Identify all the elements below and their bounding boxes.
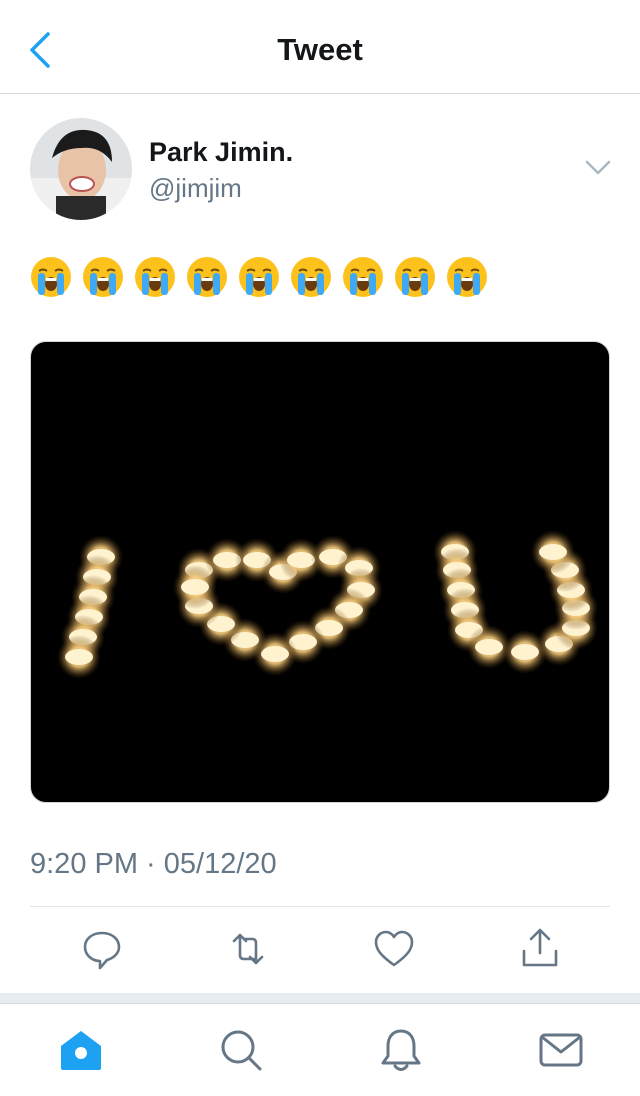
- candle: [511, 644, 539, 660]
- candle: [287, 552, 315, 568]
- retweet-icon[interactable]: [226, 925, 270, 975]
- top-bar: Tweet: [0, 0, 640, 94]
- reply-icon[interactable]: [80, 925, 124, 975]
- author-handle[interactable]: @jimjim: [149, 173, 242, 204]
- chevron-down-icon[interactable]: [584, 158, 612, 178]
- messages-icon[interactable]: [537, 1026, 585, 1074]
- like-icon[interactable]: [372, 925, 416, 975]
- tweet-timestamp: 9:20 PM · 05/12/20: [30, 848, 277, 880]
- search-icon[interactable]: [217, 1026, 265, 1074]
- avatar[interactable]: [30, 118, 132, 220]
- crying-face-emoji-icon: [187, 257, 227, 297]
- crying-face-emoji-icon: [239, 257, 279, 297]
- crying-face-emoji-icon: [395, 257, 435, 297]
- crying-face-emoji-icon: [291, 257, 331, 297]
- page-title: Tweet: [277, 32, 363, 67]
- crying-face-emoji-icon: [31, 257, 71, 297]
- divider: [30, 906, 610, 907]
- author-name[interactable]: Park Jimin.: [149, 137, 293, 168]
- bottom-tab-bar: [0, 1003, 640, 1096]
- tweet-text: [30, 256, 488, 298]
- candle: [539, 544, 567, 560]
- candle: [475, 639, 503, 655]
- tweet-image[interactable]: [30, 341, 610, 803]
- crying-face-emoji-icon: [343, 257, 383, 297]
- crying-face-emoji-icon: [447, 257, 487, 297]
- candle: [65, 649, 93, 665]
- crying-face-emoji-icon: [135, 257, 175, 297]
- candle: [181, 579, 209, 595]
- crying-face-emoji-icon: [83, 257, 123, 297]
- notifications-icon[interactable]: [377, 1026, 425, 1074]
- tweet-actions: [30, 925, 610, 975]
- share-icon[interactable]: [518, 925, 562, 975]
- home-icon[interactable]: [57, 1026, 105, 1074]
- section-separator: [0, 993, 640, 1003]
